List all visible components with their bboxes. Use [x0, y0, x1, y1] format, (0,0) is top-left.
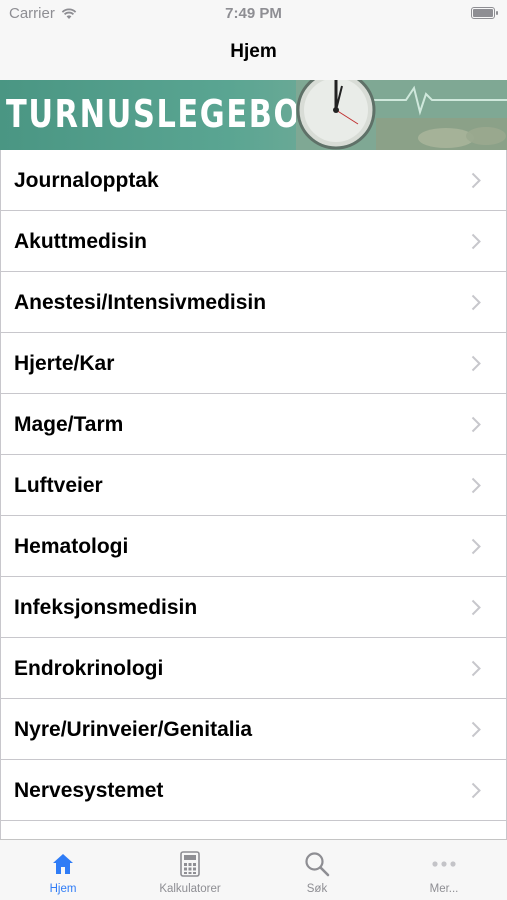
- tab-mer[interactable]: Mer...: [381, 840, 507, 900]
- page-title: Hjem: [230, 41, 277, 62]
- list-item[interactable]: Journalopptak: [0, 150, 507, 211]
- tab-kalkulatorer[interactable]: Kalkulatorer: [127, 840, 253, 900]
- list-item[interactable]: Nyre/Urinveier/Genitalia: [0, 699, 507, 760]
- category-list: Journalopptak Akuttmedisin Anestesi/Intens…: [0, 150, 507, 840]
- tab-label: Hjem: [49, 883, 77, 895]
- app-banner: TURNUSLEGEBOKA: [0, 80, 507, 150]
- list-item[interactable]: Hjerte/Kar: [0, 333, 507, 394]
- tab-sok[interactable]: Søk: [254, 840, 380, 900]
- list-item-label: Akuttmedisin: [14, 230, 148, 253]
- tab-label: Mer...: [429, 883, 459, 895]
- search-icon: [305, 852, 330, 877]
- more-icon: [432, 861, 456, 867]
- chevron-right-icon: [471, 294, 481, 311]
- tab-label: Kalkulatorer: [159, 883, 221, 895]
- list-item-label: Nervesystemet: [14, 779, 164, 802]
- status-time: 7:49 PM: [225, 5, 282, 22]
- chevron-right-icon: [471, 660, 481, 677]
- list-item-label: Mage/Tarm: [14, 413, 124, 436]
- list-item-label: Infeksjonsmedisin: [14, 596, 198, 619]
- list-item-label: Endrokrinologi: [14, 657, 164, 680]
- list-item-label: Luftveier: [14, 474, 103, 497]
- home-icon: [53, 854, 73, 874]
- list-item[interactable]: Mage/Tarm: [0, 394, 507, 455]
- list-item[interactable]: Akuttmedisin: [0, 211, 507, 272]
- chevron-right-icon: [471, 782, 481, 799]
- tab-hjem[interactable]: Hjem: [0, 840, 126, 900]
- list-item[interactable]: Hematologi: [0, 516, 507, 577]
- list-item-label: Nyre/Urinveier/Genitalia: [14, 718, 253, 741]
- list-item[interactable]: Endrokrinologi: [0, 638, 507, 699]
- list-item-label: Hematologi: [14, 535, 129, 558]
- banner-clock-image: [296, 80, 507, 150]
- chevron-right-icon: [471, 538, 481, 555]
- list-item-label: Hjerte/Kar: [14, 352, 115, 375]
- battery-icon: [471, 7, 498, 19]
- list-item[interactable]: Luftveier: [0, 455, 507, 516]
- chevron-right-icon: [471, 599, 481, 616]
- list-item-label: Anestesi/Intensivmedisin: [14, 291, 267, 314]
- list-item-label: Journalopptak: [14, 169, 159, 192]
- tab-label: Søk: [306, 883, 328, 895]
- chevron-right-icon: [471, 355, 481, 372]
- navigation-bar: Hjem: [0, 28, 507, 80]
- chevron-right-icon: [471, 233, 481, 250]
- chevron-right-icon: [471, 416, 481, 433]
- status-bar: Carrier 7:49 PM: [0, 0, 507, 28]
- chevron-right-icon: [471, 721, 481, 738]
- list-item[interactable]: Nervesystemet: [0, 760, 507, 821]
- chevron-right-icon: [471, 172, 481, 189]
- list-item[interactable]: Anestesi/Intensivmedisin: [0, 272, 507, 333]
- list-item[interactable]: Infeksjonsmedisin: [0, 577, 507, 638]
- tab-bar: Hjem Kalkulatorer Søk Mer...: [0, 839, 507, 900]
- calculator-icon: [180, 851, 200, 877]
- list-item[interactable]: [0, 821, 507, 840]
- chevron-right-icon: [471, 477, 481, 494]
